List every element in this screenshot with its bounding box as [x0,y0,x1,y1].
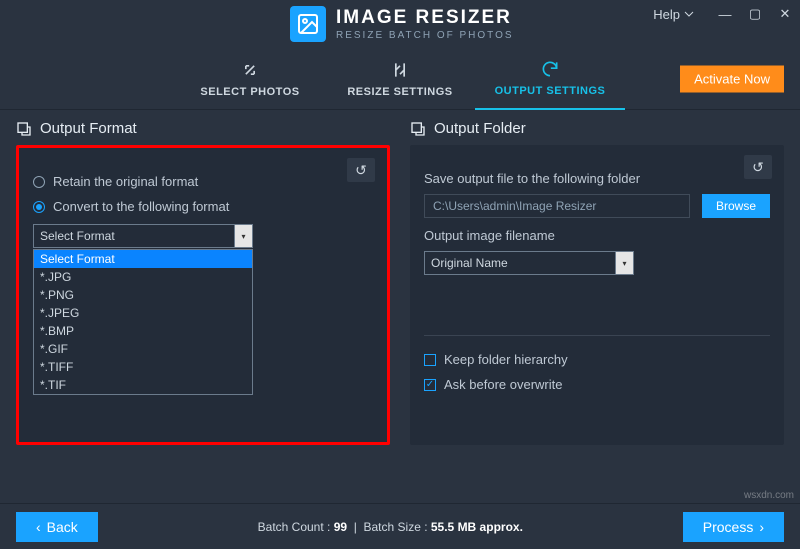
radio-icon [33,201,45,213]
checkbox-icon [424,379,436,391]
ask-overwrite-checkbox[interactable]: Ask before overwrite [424,377,770,392]
select-value: Original Name [431,256,508,270]
tab-label: OUTPUT SETTINGS [495,85,606,97]
help-label: Help [653,7,680,22]
format-option[interactable]: *.BMP [34,322,252,340]
chevron-left-icon: ‹ [36,519,41,535]
select-value: Select Format [40,229,115,243]
format-option[interactable]: Select Format [34,250,252,268]
retain-format-radio[interactable]: Retain the original format [33,174,373,189]
keep-hierarchy-checkbox[interactable]: Keep folder hierarchy [424,352,770,367]
path-input[interactable]: C:\Users\admin\Image Resizer [424,194,690,218]
help-menu[interactable]: Help [647,7,700,22]
button-label: Back [47,519,78,535]
reset-folder-button[interactable]: ↺ [744,155,772,179]
radio-icon [33,176,45,188]
chevron-down-icon: ▾ [234,225,252,247]
format-option[interactable]: *.JPEG [34,304,252,322]
output-format-heading: Output Format [16,120,390,137]
tab-label: RESIZE SETTINGS [347,86,452,98]
output-folder-heading: Output Folder [410,120,784,137]
refresh-icon [540,59,560,79]
checkbox-label: Ask before overwrite [444,377,563,392]
tab-label: SELECT PHOTOS [200,86,299,98]
watermark: wsxdn.com [744,490,794,501]
minimize-button[interactable]: — [710,2,740,26]
format-dropdown: Select Format *.JPG *.PNG *.JPEG *.BMP *… [33,249,253,395]
export-icon [16,121,32,137]
app-logo [290,6,326,42]
output-folder-card: ↺ Save output file to the following fold… [410,145,784,445]
close-button[interactable]: ✕ [770,2,800,26]
footer-bar: ‹ Back Batch Count : 99 | Batch Size : 5… [0,503,800,549]
chevron-right-icon: › [759,519,764,535]
format-select-box[interactable]: Select Format ▾ [33,224,253,248]
title-bar: IMAGE RESIZER RESIZE BATCH OF PHOTOS Hel… [0,0,800,48]
divider [424,335,770,336]
maximize-button[interactable]: ▢ [740,2,770,26]
activate-button[interactable]: Activate Now [680,65,784,92]
content-body: Output Format ↺ Retain the original form… [0,110,800,445]
convert-format-radio[interactable]: Convert to the following format [33,199,373,214]
back-button[interactable]: ‹ Back [16,512,98,542]
tab-select-photos[interactable]: SELECT PHOTOS [175,48,325,109]
checkbox-icon [424,354,436,366]
app-title: IMAGE RESIZER [336,7,514,29]
chevron-down-icon: ▾ [615,252,633,274]
save-location-label: Save output file to the following folder [424,171,770,186]
checkbox-label: Keep folder hierarchy [444,352,568,367]
expand-icon [240,60,260,80]
format-option[interactable]: *.TIF [34,376,252,394]
format-option[interactable]: *.PNG [34,286,252,304]
chevron-down-icon [684,9,694,19]
folder-icon [410,121,426,137]
format-option[interactable]: *.JPG [34,268,252,286]
button-label: Process [703,519,754,535]
radio-label: Convert to the following format [53,199,229,214]
output-folder-panel: Output Folder ↺ Save output file to the … [410,120,784,445]
output-format-panel: Output Format ↺ Retain the original form… [16,120,390,445]
app-subtitle: RESIZE BATCH OF PHOTOS [336,30,514,41]
process-button[interactable]: Process › [683,512,784,542]
resize-icon [390,60,410,80]
reset-format-button[interactable]: ↺ [347,158,375,182]
format-option[interactable]: *.TIFF [34,358,252,376]
browse-button[interactable]: Browse [702,194,770,218]
format-option[interactable]: *.GIF [34,340,252,358]
tab-output-settings[interactable]: OUTPUT SETTINGS [475,48,625,110]
app-title-block: IMAGE RESIZER RESIZE BATCH OF PHOTOS [336,7,514,41]
output-format-card: ↺ Retain the original format Convert to … [16,145,390,445]
status-text: Batch Count : 99 | Batch Size : 55.5 MB … [98,520,683,534]
window-controls: Help — ▢ ✕ [647,0,800,28]
radio-label: Retain the original format [53,174,198,189]
tab-resize-settings[interactable]: RESIZE SETTINGS [325,48,475,109]
format-select[interactable]: Select Format ▾ Select Format *.JPG *.PN… [33,224,253,248]
tab-bar: SELECT PHOTOS RESIZE SETTINGS OUTPUT SET… [0,48,800,110]
filename-label: Output image filename [424,228,770,243]
filename-select[interactable]: Original Name ▾ [424,251,634,275]
